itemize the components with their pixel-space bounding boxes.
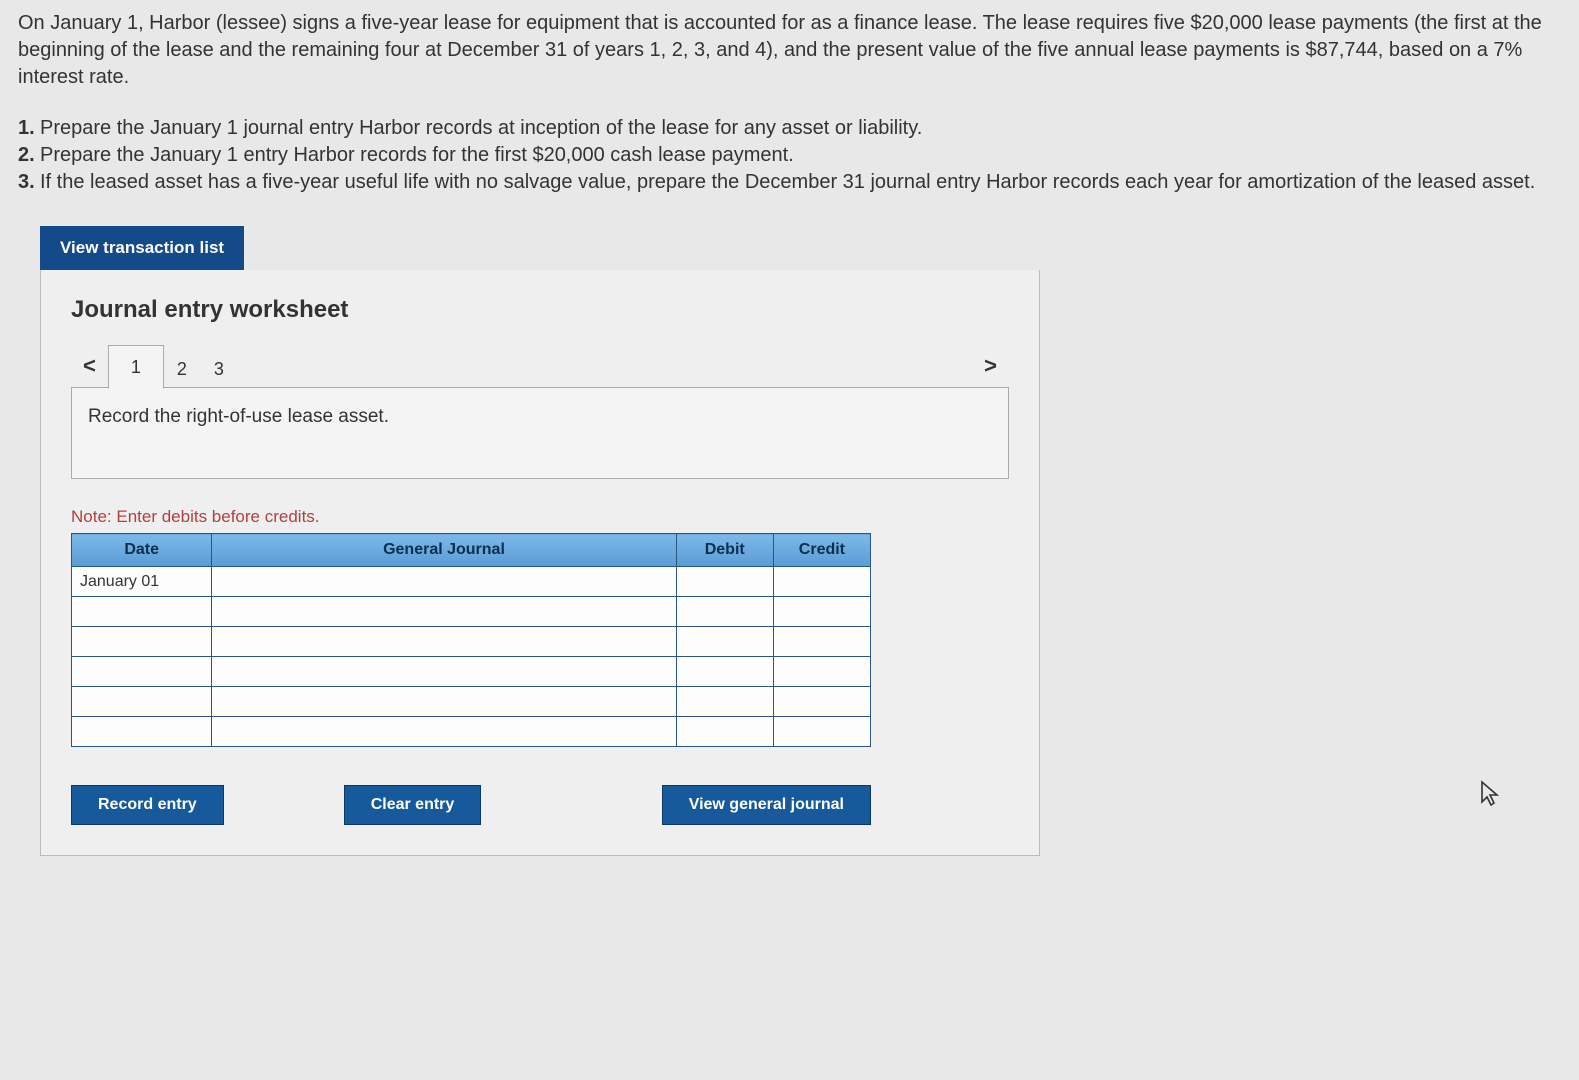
q3-text: If the leased asset has a five-year usef…: [40, 169, 1535, 196]
cell-general-journal[interactable]: [212, 567, 676, 597]
cell-credit[interactable]: [773, 597, 870, 627]
cell-credit[interactable]: [773, 717, 870, 747]
problem-statement: On January 1, Harbor (lessee) signs a fi…: [0, 0, 1579, 91]
view-general-journal-button[interactable]: View general journal: [662, 785, 871, 825]
q1-text: Prepare the January 1 journal entry Harb…: [40, 115, 922, 142]
prev-entry-button[interactable]: <: [71, 344, 108, 388]
problem-questions: 1. Prepare the January 1 journal entry H…: [0, 97, 1579, 196]
tab-3[interactable]: 3: [200, 350, 238, 388]
cell-general-journal[interactable]: [212, 627, 676, 657]
problem-paragraph: On January 1, Harbor (lessee) signs a fi…: [18, 10, 1561, 91]
cell-date[interactable]: [72, 597, 212, 627]
cell-credit[interactable]: [773, 567, 870, 597]
journal-worksheet-panel: Journal entry worksheet < 1 2 3 > Record…: [40, 270, 1040, 856]
cell-debit[interactable]: [676, 567, 773, 597]
cell-general-journal[interactable]: [212, 597, 676, 627]
cell-debit[interactable]: [676, 687, 773, 717]
record-entry-button[interactable]: Record entry: [71, 785, 224, 825]
tab-1[interactable]: 1: [108, 345, 164, 389]
next-entry-button[interactable]: >: [972, 344, 1009, 388]
tab-2[interactable]: 2: [163, 350, 201, 388]
table-row: [72, 657, 871, 687]
table-row: [72, 627, 871, 657]
q2-text: Prepare the January 1 entry Harbor recor…: [40, 142, 794, 169]
table-row: [72, 687, 871, 717]
cell-debit[interactable]: [676, 597, 773, 627]
header-date: Date: [72, 534, 212, 567]
cell-date[interactable]: [72, 627, 212, 657]
cell-credit[interactable]: [773, 627, 870, 657]
cell-date[interactable]: January 01: [72, 567, 212, 597]
entry-description: Record the right-of-use lease asset.: [71, 387, 1009, 479]
cell-credit[interactable]: [773, 687, 870, 717]
table-row: [72, 597, 871, 627]
header-credit: Credit: [773, 534, 870, 567]
journal-entry-table: Date General Journal Debit Credit Januar…: [71, 533, 871, 747]
cell-general-journal[interactable]: [212, 687, 676, 717]
cell-date[interactable]: [72, 687, 212, 717]
header-debit: Debit: [676, 534, 773, 567]
cell-debit[interactable]: [676, 657, 773, 687]
view-transaction-list-button[interactable]: View transaction list: [40, 226, 244, 270]
cell-debit[interactable]: [676, 717, 773, 747]
cell-general-journal[interactable]: [212, 657, 676, 687]
table-row: January 01: [72, 567, 871, 597]
worksheet-button-row: Record entry Clear entry View general jo…: [71, 785, 871, 825]
cell-credit[interactable]: [773, 657, 870, 687]
q1-number: 1.: [18, 115, 40, 142]
clear-entry-button[interactable]: Clear entry: [344, 785, 482, 825]
cursor-icon: [1480, 780, 1502, 815]
q3-number: 3.: [18, 169, 40, 196]
worksheet-title: Journal entry worksheet: [71, 296, 1009, 324]
q2-number: 2.: [18, 142, 40, 169]
cell-date[interactable]: [72, 717, 212, 747]
table-row: [72, 717, 871, 747]
cell-date[interactable]: [72, 657, 212, 687]
debits-credits-note: Note: Enter debits before credits.: [71, 507, 1009, 527]
worksheet-tab-bar: < 1 2 3 >: [71, 344, 1009, 388]
cell-debit[interactable]: [676, 627, 773, 657]
cell-general-journal[interactable]: [212, 717, 676, 747]
header-general-journal: General Journal: [212, 534, 676, 567]
